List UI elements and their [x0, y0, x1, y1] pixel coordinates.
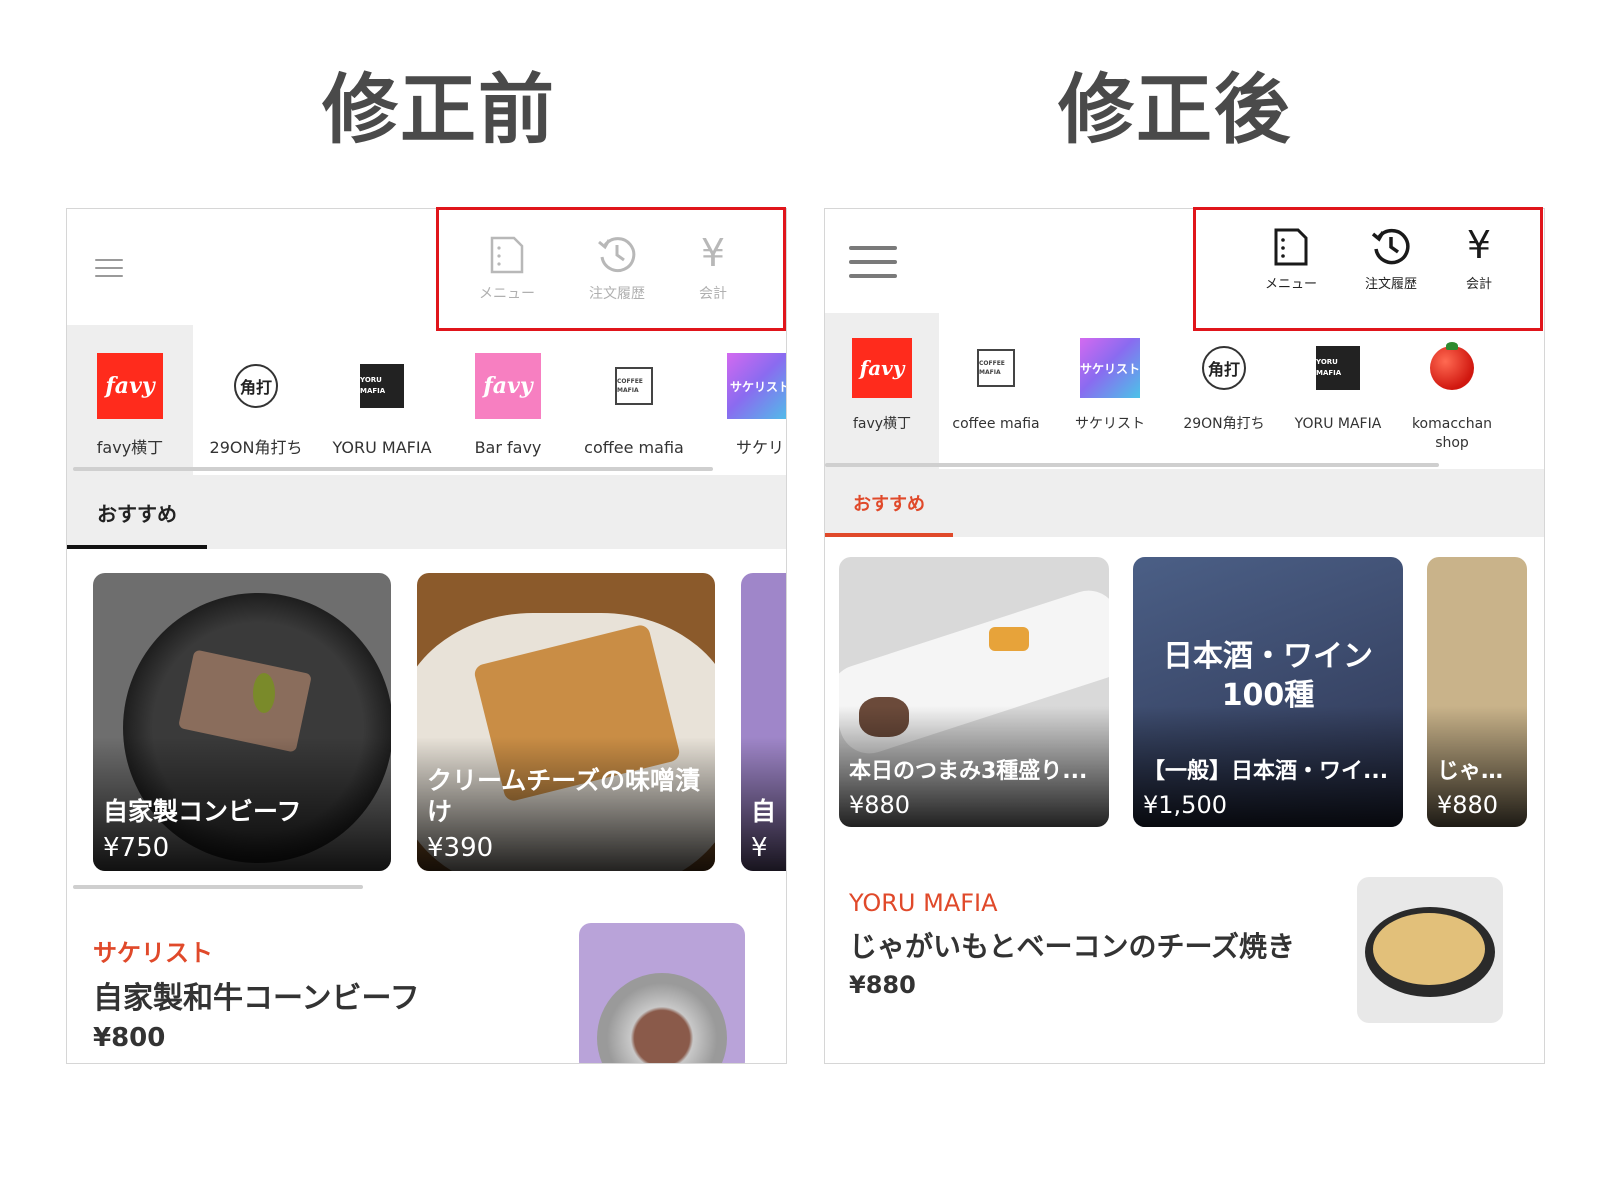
category-komacchan-shop[interactable]: komacchan shop	[1395, 313, 1509, 469]
category-name: サケリ	[735, 438, 784, 457]
tab-row: おすすめ	[825, 469, 1544, 537]
banner-text: 日本酒・ワイン100種	[1163, 639, 1373, 713]
kakuuchi-logo: 角打	[223, 353, 289, 419]
category-name: Bar favy	[474, 438, 542, 457]
heading-before: 修正前	[322, 65, 556, 154]
category-name: coffee mafia	[952, 416, 1040, 432]
item-thumbnail	[1357, 877, 1503, 1023]
category-bar: favy favy横丁 COFFEE MAFIA coffee mafia サケ…	[825, 313, 1544, 469]
card-partial[interactable]: じゃがい ¥880	[1427, 557, 1527, 827]
category-29on[interactable]: 角打 29ON角打ち	[1167, 313, 1281, 469]
card-price: ¥1,500	[1143, 791, 1227, 819]
tab-recommended[interactable]: おすすめ	[67, 475, 207, 549]
category-scrollbar[interactable]	[73, 467, 713, 471]
tab-underline	[67, 545, 207, 549]
category-name: 29ON角打ち	[209, 438, 303, 457]
kakuuchi-logo: 角打	[1194, 338, 1254, 398]
category-favy-yokocho[interactable]: favy favy横丁	[67, 325, 193, 475]
item-thumbnail	[579, 923, 745, 1063]
item-name: じゃがいもとベーコンのチーズ焼き	[849, 930, 1296, 963]
highlight-box-after	[1193, 207, 1543, 331]
coffee-mafia-logo: COFFEE MAFIA	[966, 338, 1026, 398]
category-sakelist[interactable]: サケリスト サケリスト	[1053, 313, 1167, 469]
tab-label: おすすめ	[853, 494, 925, 515]
card-partial[interactable]: 自 ¥	[741, 573, 786, 871]
hamburger-menu-icon[interactable]	[95, 259, 123, 277]
item-store: YORU MAFIA	[849, 889, 998, 917]
card-corned-beef[interactable]: 自家製コンビーフ ¥750	[93, 573, 391, 871]
tomato-logo	[1422, 338, 1482, 398]
item-name: 自家製和牛コーンビーフ	[93, 981, 420, 1016]
category-bar: favy favy横丁 角打 29ON角打ち YORU MAFIA YORU M…	[67, 325, 786, 475]
yoru-mafia-logo: YORU MAFIA	[349, 353, 415, 419]
card-title: 本日のつまみ3種盛り...	[849, 758, 1088, 784]
card-price: ¥880	[1437, 791, 1499, 819]
category-name: サケリスト	[1075, 416, 1145, 432]
card-title: 自	[751, 796, 777, 826]
yoru-mafia-logo: YORU MAFIA	[1308, 338, 1368, 398]
card-tsumami[interactable]: 本日のつまみ3種盛り... ¥880	[839, 557, 1109, 827]
card-title: クリームチーズの味噌漬け	[427, 765, 701, 826]
category-bar-favy[interactable]: favy Bar favy	[445, 325, 571, 475]
item-price: ¥800	[93, 1023, 166, 1053]
item-price: ¥880	[849, 971, 916, 999]
sakelist-logo: サケリスト	[1080, 338, 1140, 398]
category-scrollbar[interactable]	[825, 463, 1439, 467]
heading-after: 修正後	[1058, 65, 1292, 154]
category-coffee-mafia[interactable]: COFFEE MAFIA coffee mafia	[939, 313, 1053, 469]
tab-recommended[interactable]: おすすめ	[825, 469, 953, 537]
tab-row: おすすめ	[67, 475, 786, 549]
recommended-cards: 自家製コンビーフ ¥750 クリームチーズの味噌漬け ¥390 自 ¥	[67, 573, 786, 903]
tab-underline	[825, 533, 953, 537]
item-row[interactable]: YORU MAFIA じゃがいもとベーコンのチーズ焼き ¥880	[825, 877, 1544, 1047]
item-row[interactable]: サケリスト 自家製和牛コーンビーフ ¥800	[67, 923, 786, 1063]
cards-scrollbar[interactable]	[73, 885, 363, 889]
favy-logo: favy	[475, 353, 541, 419]
card-sake-wine[interactable]: 日本酒・ワイン100種 【一般】日本酒・ワイ... ¥1,500	[1133, 557, 1403, 827]
coffee-mafia-logo: COFFEE MAFIA	[601, 353, 667, 419]
phone-before: メニュー 注文履歴 ¥ 会計 favy favy横丁 角打 29ON角打ち YO…	[66, 208, 787, 1064]
category-name: 29ON角打ち	[1183, 416, 1265, 432]
category-29on[interactable]: 角打 29ON角打ち	[193, 325, 319, 475]
category-sakelist[interactable]: サケリスト サケリ	[697, 325, 786, 475]
card-price: ¥880	[849, 791, 911, 819]
tab-label: おすすめ	[97, 501, 177, 526]
category-name: coffee mafia	[584, 438, 684, 457]
category-name: favy横丁	[96, 438, 164, 457]
card-title: 自家製コンビーフ	[103, 796, 302, 826]
favy-logo: favy	[97, 353, 163, 419]
category-name: YORU MAFIA	[332, 438, 432, 457]
category-yoru-mafia[interactable]: YORU MAFIA YORU MAFIA	[1281, 313, 1395, 469]
recommended-cards: 本日のつまみ3種盛り... ¥880 日本酒・ワイン100種 【一般】日本酒・ワ…	[825, 557, 1544, 837]
phone-after: メニュー 注文履歴 ¥ 会計 favy favy横丁 COFFEE MAFIA …	[824, 208, 1545, 1064]
card-price: ¥750	[103, 833, 170, 863]
hamburger-menu-icon[interactable]	[849, 246, 897, 278]
category-name: YORU MAFIA	[1294, 416, 1382, 432]
card-price: ¥390	[427, 833, 494, 863]
category-favy-yokocho[interactable]: favy favy横丁	[825, 313, 939, 469]
favy-logo: favy	[852, 338, 912, 398]
card-title: じゃがい	[1437, 758, 1519, 784]
card-cream-cheese[interactable]: クリームチーズの味噌漬け ¥390	[417, 573, 715, 871]
category-name: komacchan shop	[1411, 416, 1493, 451]
highlight-box-before	[436, 207, 786, 331]
card-title: 【一般】日本酒・ワイ...	[1143, 758, 1389, 784]
card-price: ¥	[751, 833, 768, 863]
sakelist-logo: サケリスト	[727, 353, 786, 419]
category-name: favy横丁	[852, 416, 912, 432]
category-coffee-mafia[interactable]: COFFEE MAFIA coffee mafia	[571, 325, 697, 475]
category-yoru-mafia[interactable]: YORU MAFIA YORU MAFIA	[319, 325, 445, 475]
item-store: サケリスト	[93, 939, 213, 967]
